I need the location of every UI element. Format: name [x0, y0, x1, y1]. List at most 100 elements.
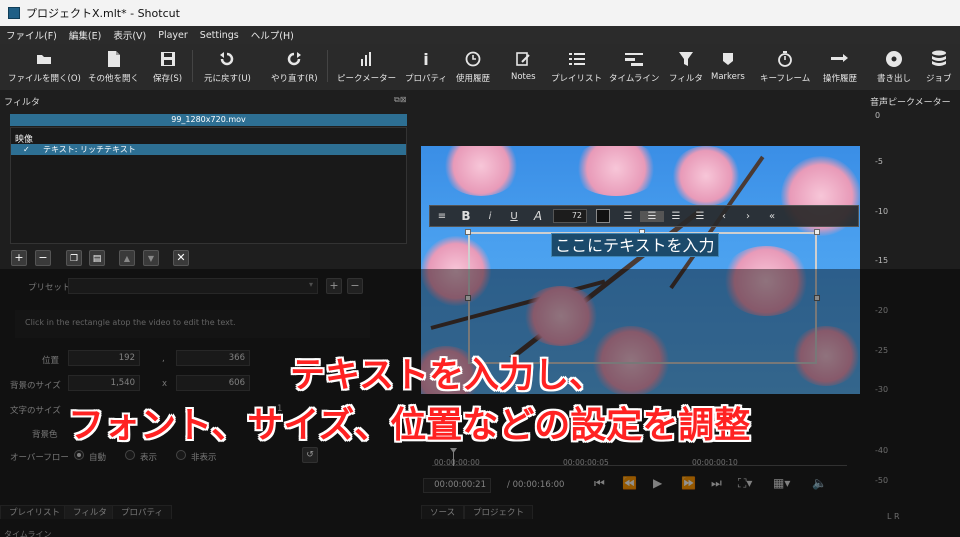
tab-project[interactable]: プロジェクト — [464, 505, 534, 519]
rewind-button[interactable]: ⏪ — [622, 476, 637, 490]
current-timecode-field[interactable]: 00:00:00:21 — [423, 478, 491, 493]
remove-filter-button[interactable]: − — [35, 250, 51, 266]
underline-button[interactable]: U — [502, 211, 526, 222]
copy-filter-button[interactable]: ❐ — [66, 250, 82, 266]
clip-name-header: 99_1280x720.mov — [10, 114, 407, 126]
zoom-icon[interactable]: ⛶▾ — [738, 476, 752, 491]
menu-settings[interactable]: Settings — [194, 30, 245, 41]
menu-view[interactable]: 表示(V) — [107, 28, 152, 42]
filter-item-label: テキスト: リッチテキスト — [43, 145, 136, 154]
menu-icon[interactable]: ≡ — [430, 211, 454, 222]
fast-forward-button[interactable]: ⏩ — [681, 476, 696, 490]
italic-button[interactable]: i — [478, 211, 502, 222]
position-y-field[interactable]: 366 — [176, 350, 250, 366]
menu-help[interactable]: ヘルプ(H) — [245, 28, 300, 42]
caption-line-1: テキストを入力し、 — [290, 356, 604, 396]
overflow-auto-label: 自動 — [89, 453, 107, 463]
align-left-button[interactable]: ☰ — [616, 211, 640, 222]
tab-playlist[interactable]: プレイリスト — [0, 505, 70, 519]
play-button[interactable]: ▶ — [653, 476, 662, 490]
menu-file[interactable]: ファイル(F) — [0, 28, 63, 42]
resize-handle[interactable] — [814, 295, 820, 301]
open-other-icon — [104, 49, 124, 69]
skip-to-end-button[interactable]: ⏭ — [711, 476, 722, 491]
marker-icon — [718, 49, 738, 69]
resize-handle[interactable] — [814, 229, 820, 235]
bold-button[interactable]: B — [454, 209, 478, 223]
markers-button[interactable]: Markers — [711, 46, 745, 88]
jobs-button[interactable]: ジョブ — [926, 46, 952, 88]
undo-button[interactable]: 元に戻す(U) — [204, 46, 251, 88]
chevron-left-icon[interactable]: ‹ — [712, 211, 736, 222]
move-up-button[interactable]: ▲ — [119, 250, 135, 266]
timeline-button[interactable]: タイムライン — [609, 46, 659, 88]
move-down-button[interactable]: ▼ — [143, 250, 159, 266]
skip-to-start-button[interactable]: ⏮ — [594, 476, 605, 491]
overflow-hide-label: 非表示 — [191, 453, 217, 463]
playlist-button[interactable]: プレイリスト — [551, 46, 602, 88]
add-preset-button[interactable]: + — [326, 278, 342, 294]
resize-handle[interactable] — [465, 229, 471, 235]
tab-properties[interactable]: プロパティ — [112, 505, 172, 519]
reset-overflow-button[interactable]: ↺ — [302, 447, 318, 463]
open-file-button[interactable]: ファイルを開く(O) — [8, 46, 81, 88]
window-title: プロジェクトX.mlt* - Shotcut — [26, 7, 180, 20]
delete-preset-button[interactable]: − — [347, 278, 363, 294]
properties-button[interactable]: i プロパティ — [405, 46, 447, 88]
peak-meter-icon — [357, 49, 377, 69]
preset-dropdown[interactable]: ▾ — [68, 278, 318, 294]
overflow-hide-radio[interactable] — [176, 450, 186, 460]
save-button[interactable]: 保存(S) — [153, 46, 182, 88]
paste-filter-button[interactable]: ▤ — [89, 250, 105, 266]
notes-button[interactable]: Notes — [511, 46, 536, 88]
add-filter-button[interactable]: + — [11, 250, 27, 266]
filters-panel-title: フィルタ — [4, 98, 40, 108]
meter-tick: -10 — [875, 207, 889, 216]
recent-button[interactable]: 使用履歴 — [456, 46, 490, 88]
align-justify-button[interactable]: ☰ — [688, 211, 712, 222]
scrub-bar[interactable] — [432, 448, 847, 466]
peak-meter-button[interactable]: ピークメーター — [337, 46, 396, 88]
preview-text[interactable]: ここにテキストを入力 — [551, 233, 719, 257]
font-button[interactable]: A — [526, 209, 550, 223]
resize-handle[interactable] — [465, 295, 471, 301]
position-x-field[interactable]: 192 — [68, 350, 140, 366]
filter-enabled-checkbox[interactable]: ✓ — [23, 144, 30, 155]
undo-icon — [217, 49, 237, 69]
menu-player[interactable]: Player — [152, 30, 194, 41]
text-size-label: 文字のサイズ — [10, 406, 61, 416]
history-button[interactable]: 操作履歴 — [823, 46, 857, 88]
clock-icon — [463, 49, 483, 69]
filter-item-rich-text[interactable]: ✓ テキスト: リッチテキスト — [11, 144, 406, 155]
open-other-button[interactable]: その他を開く — [88, 46, 139, 88]
menu-edit[interactable]: 編集(E) — [63, 28, 107, 42]
main-toolbar: ファイルを開く(O) その他を開く 保存(S) 元に戻す(U) やり直す(R) … — [0, 44, 960, 90]
playhead[interactable] — [450, 448, 457, 466]
volume-icon[interactable]: 🔈 — [812, 476, 827, 490]
chevron-down-icon: ▼ — [147, 254, 155, 263]
info-icon: i — [423, 49, 429, 69]
align-center-button[interactable]: ☰ — [640, 210, 664, 222]
chevron-right-icon[interactable]: › — [736, 211, 760, 222]
font-size-field[interactable]: 72 — [553, 209, 587, 223]
collapse-toolbar-icon[interactable]: « — [760, 211, 784, 222]
size-separator: x — [162, 379, 168, 389]
export-button[interactable]: 書き出し — [877, 46, 911, 88]
export-icon — [884, 49, 904, 69]
overflow-auto-radio[interactable] — [74, 450, 84, 460]
filters-button[interactable]: フィルタ — [669, 46, 703, 88]
deselect-filter-button[interactable]: ✕ — [173, 250, 189, 266]
background-width-field[interactable]: 1,540 — [68, 375, 140, 391]
background-height-field[interactable]: 606 — [176, 375, 250, 391]
tab-filters[interactable]: フィルタ — [64, 505, 116, 519]
blossom — [571, 146, 661, 196]
meter-tick: -20 — [875, 306, 889, 315]
align-right-button[interactable]: ☰ — [664, 211, 688, 222]
redo-button[interactable]: やり直す(R) — [271, 46, 318, 88]
overflow-show-radio[interactable] — [125, 450, 135, 460]
grid-icon[interactable]: ▦▾ — [773, 476, 790, 490]
text-color-button[interactable] — [596, 209, 610, 223]
tab-source[interactable]: ソース — [421, 505, 465, 519]
keyframes-button[interactable]: キーフレーム — [760, 46, 810, 88]
panel-float-close-icon[interactable]: ⧉⊠ — [394, 95, 406, 105]
